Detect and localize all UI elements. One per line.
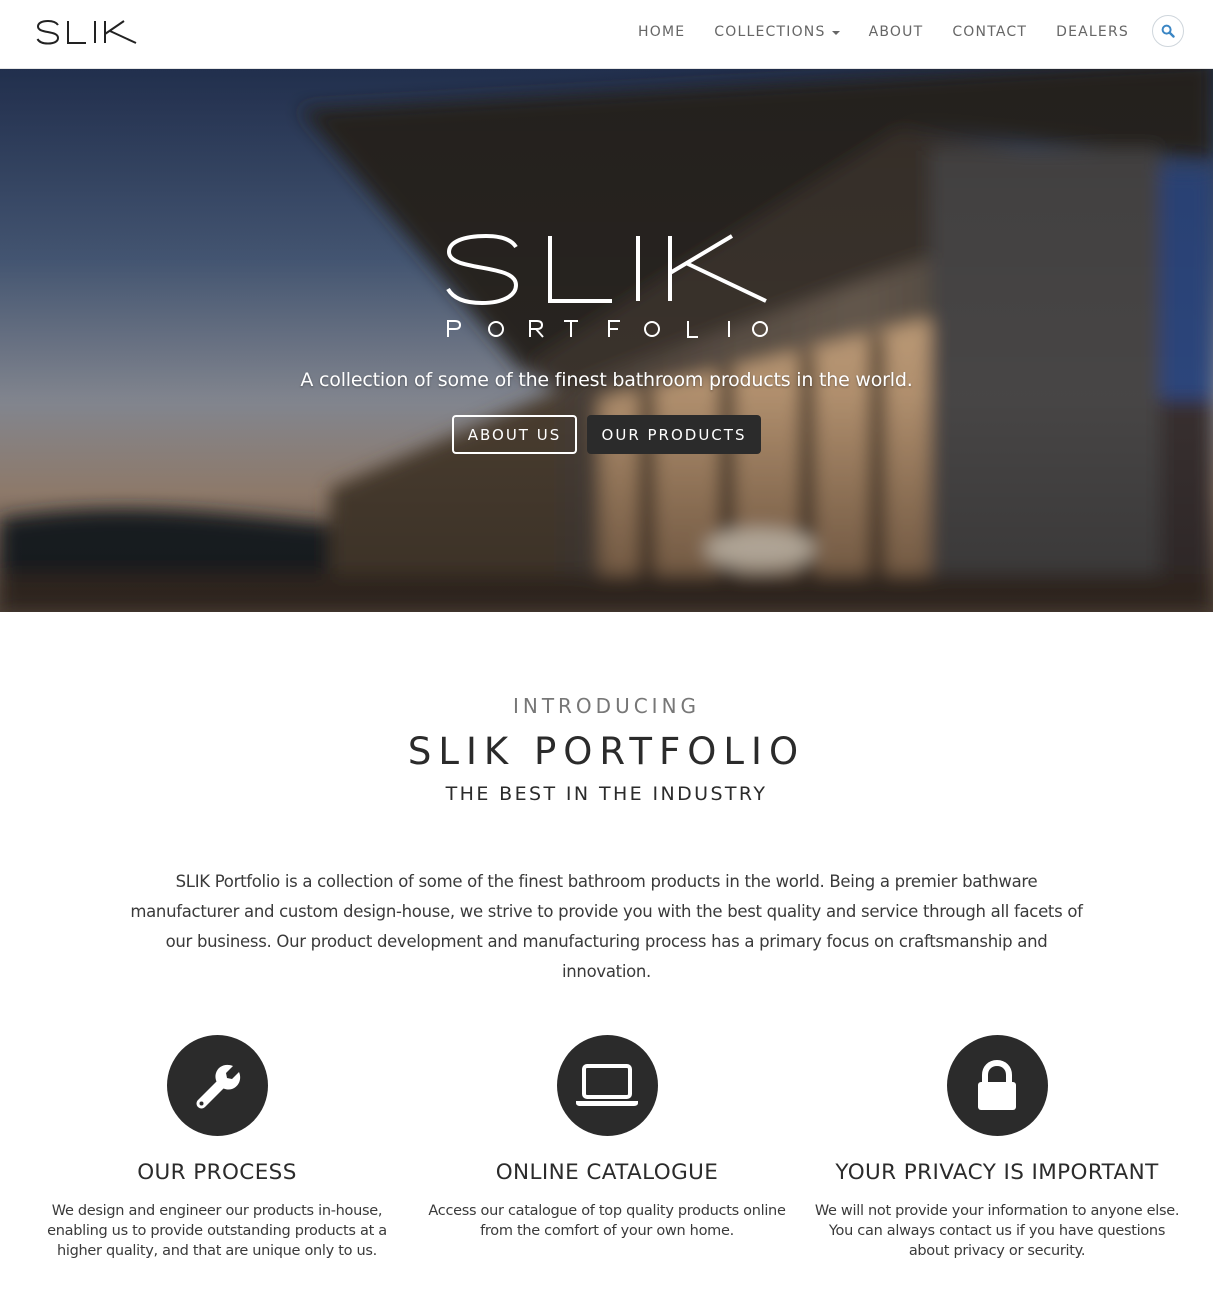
our-products-button[interactable]: OUR PRODUCTS bbox=[587, 415, 761, 454]
search-button[interactable] bbox=[1152, 15, 1184, 47]
feature-title: ONLINE CATALOGUE bbox=[495, 1160, 719, 1185]
about-us-button[interactable]: ABOUT US bbox=[452, 415, 577, 454]
hero-logo bbox=[446, 233, 768, 347]
intro-title: SLIK PORTFOLIO bbox=[407, 730, 806, 773]
feature-title: OUR PROCESS bbox=[137, 1160, 297, 1185]
nav-home-label: HOME bbox=[638, 24, 686, 40]
feature-icon-circle bbox=[166, 1035, 268, 1136]
nav-collections-label: COLLECTIONS bbox=[714, 24, 826, 40]
feature-icon-circle bbox=[556, 1035, 658, 1136]
caret-down-icon bbox=[831, 30, 840, 35]
lock-icon bbox=[978, 1059, 1016, 1110]
slik-portfolio-logo bbox=[446, 233, 768, 338]
intro-subtitle: THE BEST IN THE INDUSTRY bbox=[445, 783, 768, 805]
main-nav: HOME COLLECTIONS ABOUT CONTACT DEALERS bbox=[609, 22, 1129, 42]
feature-text: We will not provide your information to … bbox=[814, 1203, 1180, 1259]
feature-text: We design and engineer our products in-h… bbox=[47, 1203, 387, 1259]
wrench-icon bbox=[196, 1064, 241, 1108]
brand-logo[interactable] bbox=[36, 14, 138, 50]
feature-online-catalogue: ONLINE CATALOGUE Access our catalogue of… bbox=[412, 1035, 802, 1241]
nav-dealers-label: DEALERS bbox=[1056, 24, 1129, 40]
portfolio-letters bbox=[447, 320, 768, 338]
features-row: OUR PROCESS We design and engineer our p… bbox=[0, 1035, 1213, 1275]
nav-collections[interactable]: COLLECTIONS bbox=[714, 24, 840, 40]
nav-dealers[interactable]: DEALERS bbox=[1056, 24, 1129, 40]
intro-kicker: INTRODUCING bbox=[512, 694, 701, 718]
feature-icon-circle bbox=[946, 1035, 1048, 1136]
feature-privacy: YOUR PRIVACY IS IMPORTANT We will not pr… bbox=[802, 1035, 1192, 1261]
nav-home[interactable]: HOME bbox=[638, 24, 685, 40]
hero-content: A collection of some of the finest bathr… bbox=[0, 69, 1213, 612]
nav-contact-label: CONTACT bbox=[952, 24, 1028, 40]
intro-body: SLIK Portfolio is a collection of some o… bbox=[130, 872, 1083, 981]
navbar: HOME COLLECTIONS ABOUT CONTACT DEALERS bbox=[0, 0, 1213, 69]
slik-logo-mark bbox=[36, 19, 137, 45]
search-icon bbox=[1161, 24, 1175, 38]
hero-buttons: ABOUT US OUR PRODUCTS bbox=[0, 415, 1213, 454]
feature-our-process: OUR PROCESS We design and engineer our p… bbox=[22, 1035, 412, 1261]
nav-about-label: ABOUT bbox=[868, 24, 924, 40]
feature-text: Access our catalogue of top quality prod… bbox=[428, 1203, 786, 1239]
nav-contact[interactable]: CONTACT bbox=[952, 24, 1027, 40]
feature-title: YOUR PRIVACY IS IMPORTANT bbox=[835, 1160, 1159, 1185]
hero-banner: A collection of some of the finest bathr… bbox=[0, 69, 1213, 612]
hero-tagline: A collection of some of the finest bathr… bbox=[300, 369, 913, 391]
laptop-icon bbox=[576, 1063, 638, 1106]
intro-section: INTRODUCING SLIK PORTFOLIO THE BEST IN T… bbox=[0, 612, 1213, 1308]
nav-about[interactable]: ABOUT bbox=[869, 24, 924, 40]
